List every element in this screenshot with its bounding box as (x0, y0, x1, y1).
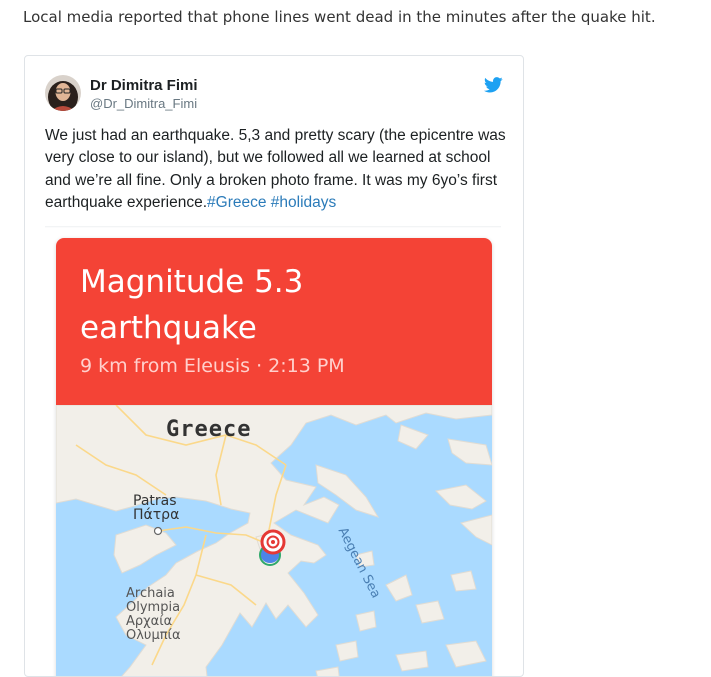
land-peloponnese (113, 524, 177, 574)
author-name[interactable]: Dr Dimitra Fimi (90, 77, 198, 94)
olympia-en1: Archaia (126, 586, 175, 601)
alert-title: Magnitude 5.3 earthquake (80, 259, 480, 351)
earthquake-alert-image[interactable]: Magnitude 5.3 earthquake 9 km from Eleus… (56, 238, 492, 676)
author-handle[interactable]: @Dr_Dimitra_Fimi (90, 96, 197, 111)
twitter-bird-icon[interactable] (483, 77, 503, 98)
alert-title-line1: Magnitude 5.3 (80, 264, 304, 300)
map-terrain (56, 405, 492, 676)
hashtag-greece[interactable]: #Greece (207, 194, 266, 211)
embedded-tweet[interactable]: Dr Dimitra Fimi @Dr_Dimitra_Fimi We just… (24, 55, 524, 677)
article-paragraph: Local media reported that phone lines we… (23, 8, 656, 26)
tweet-text: We just had an earthquake. 5,3 and prett… (45, 125, 507, 214)
map-view: Greece Patras Πάτρα Archaia Olympia Αρχα… (56, 405, 492, 676)
alert-title-line2: earthquake (80, 310, 257, 346)
alert-header: Magnitude 5.3 earthquake 9 km from Eleus… (56, 238, 492, 405)
map-label-greece: Greece (166, 417, 252, 442)
map-label-olympia: Archaia Olympia Αρχαία Ολυμπία (126, 587, 181, 643)
map-label-patras: Patras Πάτρα (133, 494, 179, 522)
hashtag-holidays[interactable]: #holidays (271, 194, 337, 211)
olympia-en2: Olympia (126, 600, 181, 615)
patras-en: Patras (133, 493, 177, 509)
patras-gr: Πάτρα (133, 507, 180, 523)
alert-subtitle: 9 km from Eleusis · 2:13 PM (80, 355, 345, 377)
olympia-gr1: Αρχαία (126, 614, 173, 629)
divider (45, 226, 501, 228)
olympia-gr2: Ολυμπία (126, 628, 181, 643)
author-avatar[interactable] (45, 75, 81, 111)
